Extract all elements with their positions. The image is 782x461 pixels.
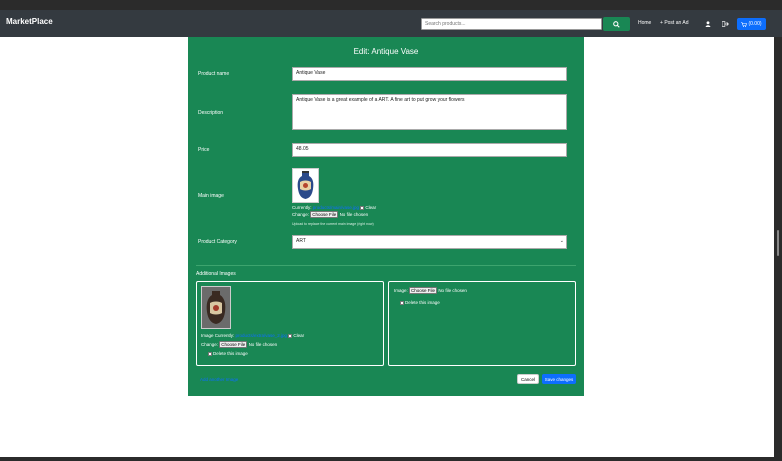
divider xyxy=(196,265,576,266)
search-icon xyxy=(613,20,620,28)
description-label: Description xyxy=(198,110,224,116)
main-image-hint: Upload to replace the current main image… xyxy=(292,222,374,226)
brand-logo[interactable]: MarketPlace xyxy=(6,17,53,26)
main-image-label: Main image xyxy=(198,193,224,199)
no-file-text: No file chosen xyxy=(339,212,369,217)
image-choose-file-button[interactable]: Choose File xyxy=(409,287,438,294)
additional-no-file-text: No file chosen xyxy=(248,342,278,347)
edit-product-card: Edit: Antique Vase Product name Antique … xyxy=(188,37,584,396)
vase-image xyxy=(293,169,318,202)
image-label: Image: xyxy=(394,288,408,293)
change-label: Change: xyxy=(292,212,310,217)
image-no-file-text: No file chosen xyxy=(438,288,467,293)
scrollbar-thumb[interactable] xyxy=(777,230,779,256)
additional-currently-row: Image Currently: products/extra/vase_2.j… xyxy=(201,333,304,338)
vase-photo xyxy=(202,287,230,328)
add-image-link[interactable]: Add another Image xyxy=(200,377,238,382)
search-input[interactable] xyxy=(421,18,602,30)
additional-image-thumbnail xyxy=(201,286,231,329)
cart-button[interactable]: (0.00) xyxy=(737,18,766,30)
description-textarea[interactable]: Antique Vase is a great example of a ART… xyxy=(292,94,567,130)
page-body: Edit: Antique Vase Product name Antique … xyxy=(0,37,774,457)
main-image-change-row: Change: Choose File No file chosen xyxy=(292,211,368,218)
additional-image-box-1: Image Currently: products/extra/vase_2.j… xyxy=(196,281,384,366)
cart-total: (0.00) xyxy=(748,21,762,27)
price-label: Price xyxy=(198,147,210,153)
delete-image-label-2: Delete this image xyxy=(405,300,440,305)
category-value: ART xyxy=(296,238,306,244)
scrollbar[interactable] xyxy=(774,37,782,457)
window-top-strip xyxy=(0,0,782,10)
currently-label: Currently: xyxy=(292,205,312,210)
product-name-label: Product name xyxy=(198,71,230,77)
cancel-button[interactable]: Cancel xyxy=(517,374,539,384)
product-name-input[interactable]: Antique Vase xyxy=(292,67,567,81)
clear-checkbox[interactable] xyxy=(360,205,365,210)
category-label: Product Category xyxy=(198,239,237,245)
additional-image-box-2: Image: Choose File No file chosen Delete… xyxy=(388,281,576,366)
price-input[interactable]: 48.05 xyxy=(292,143,567,157)
choose-file-button[interactable]: Choose File xyxy=(310,211,339,218)
current-image-link[interactable]: products/main/vase.jpg xyxy=(313,205,359,210)
save-button[interactable]: Save changes xyxy=(542,374,576,384)
delete-image-row-2: Delete this image xyxy=(400,300,440,305)
delete-image-row-1: Delete this image xyxy=(208,351,248,356)
logout-icon[interactable] xyxy=(722,21,729,27)
plus-icon: + xyxy=(660,20,663,26)
additional-clear-checkbox[interactable] xyxy=(288,333,293,338)
additional-choose-file-button[interactable]: Choose File xyxy=(219,341,248,348)
additional-clear-label: Clear xyxy=(293,333,305,338)
additional-change-label: Change: xyxy=(201,342,219,347)
main-image-currently-row: Currently: products/main/vase.jpg Clear xyxy=(292,205,376,210)
user-icon[interactable] xyxy=(705,21,711,27)
category-select[interactable]: ART ⌄ xyxy=(292,235,567,249)
cart-icon xyxy=(741,21,748,27)
post-ad-label: Post an Ad xyxy=(664,20,689,26)
chevron-down-icon: ⌄ xyxy=(559,238,564,244)
clear-label: Clear xyxy=(365,205,377,210)
delete-image-label-1: Delete this image xyxy=(213,351,248,356)
additional-change-row: Change: Choose File No file chosen xyxy=(201,341,277,348)
navbar: MarketPlace Home + Post an Ad (0.00) xyxy=(0,10,782,37)
page-title: Edit: Antique Vase xyxy=(353,47,419,56)
additional-image-link[interactable]: products/extra/vase_2.jpg xyxy=(236,333,288,338)
search-button[interactable] xyxy=(603,17,630,31)
nav-post-ad-link[interactable]: + Post an Ad xyxy=(660,20,689,26)
additional-images-title: Additional Images xyxy=(196,271,236,277)
delete-image-checkbox-2[interactable] xyxy=(400,300,404,305)
nav-home-link[interactable]: Home xyxy=(638,20,651,26)
image-upload-row: Image: Choose File No file chosen xyxy=(394,287,467,294)
delete-image-checkbox-1[interactable] xyxy=(208,351,212,356)
window-bottom-edge xyxy=(0,457,782,461)
image-currently-label: Image Currently: xyxy=(201,333,235,338)
main-image-thumbnail xyxy=(292,168,319,203)
